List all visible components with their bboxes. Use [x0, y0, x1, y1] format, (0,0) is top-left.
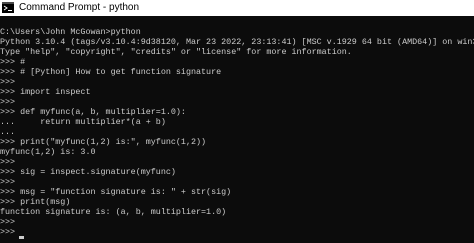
- console-line: >>> print("myfunc(1,2) is:", myfunc(1,2)…: [0, 137, 207, 147]
- console-line: >>> # [Python] How to get function signa…: [0, 67, 222, 77]
- console-line: >>> print(msg): [0, 197, 71, 207]
- console-line: >>> def myfunc(a, b, multiplier=1.0):: [0, 107, 186, 117]
- console-line: >>>: [0, 157, 16, 167]
- console-line: ...: [0, 127, 16, 137]
- title-bar[interactable]: Command Prompt - python: [0, 0, 474, 16]
- console-line: >>>: [0, 77, 16, 87]
- console-line: C:\Users\John McGowan>python: [0, 27, 141, 37]
- console-line: Python 3.10.4 (tags/v3.10.4:9d38120, Mar…: [0, 37, 474, 47]
- console-line: >>> #: [0, 57, 26, 67]
- console-line: myfunc(1,2) is: 3.0: [0, 147, 96, 157]
- console-line: >>> msg = "function signature is: " + st…: [0, 187, 232, 197]
- console-line: ... return multiplier*(a + b): [0, 117, 166, 127]
- console-line: function signature is: (a, b, multiplier…: [0, 207, 227, 217]
- window-title: Command Prompt - python: [19, 2, 140, 13]
- command-prompt-icon: [2, 2, 14, 13]
- console-line: >>>: [0, 217, 16, 227]
- console-prompt-line[interactable]: >>>: [0, 227, 20, 237]
- console-line: Type "help", "copyright", "credits" or "…: [0, 47, 352, 57]
- console-output[interactable]: C:\Users\John McGowan>python Python 3.10…: [0, 17, 474, 243]
- command-prompt-window: Command Prompt - python C:\Users\John Mc…: [0, 0, 474, 243]
- text-cursor: [19, 236, 24, 239]
- console-line: >>>: [0, 177, 16, 187]
- console-line: >>>: [0, 97, 16, 107]
- console-line: >>> sig = inspect.signature(myfunc): [0, 167, 176, 177]
- console-line: >>> import inspect: [0, 87, 91, 97]
